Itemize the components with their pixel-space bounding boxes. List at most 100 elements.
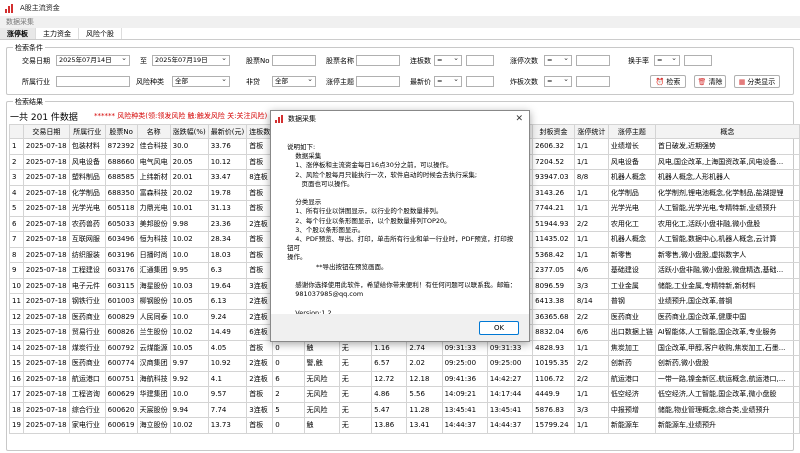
theme-input[interactable]: [356, 76, 400, 87]
table-cell: 低空经济,人工智能,国企改革,微小盘股: [654, 386, 800, 403]
industry-input[interactable]: [56, 76, 130, 87]
table-cell: 2/2: [573, 308, 609, 325]
table-cell: 28.34: [207, 231, 248, 248]
table-cell: 创新药,微小盘股: [654, 355, 800, 372]
table-cell: 业绩增长: [607, 138, 656, 155]
table-cell: 20.01: [169, 169, 209, 186]
bomb-op-select[interactable]: =: [544, 76, 572, 87]
stock-name-input[interactable]: [356, 55, 400, 66]
bomb-input[interactable]: [576, 76, 610, 87]
table-row[interactable]: 17 2025-07-18 工程咨询 600629 华建集团 10.0 9.57 首板 2 无风险…: [9, 386, 800, 403]
table-cell: 2025-07-18: [22, 417, 70, 434]
table-cell: 5.56: [406, 386, 443, 403]
column-header[interactable]: 交易日期: [22, 124, 70, 139]
date-from-picker[interactable]: 2025年07月14日: [56, 55, 130, 66]
table-cell: 活跃小盘非融,微小盘股,微盘精选,基础...: [654, 262, 800, 279]
column-header[interactable]: 涨停统计: [573, 124, 609, 139]
table-cell: 2.74: [406, 339, 443, 356]
st-select[interactable]: 全部: [272, 76, 316, 87]
column-header[interactable]: 最新价(元): [207, 124, 248, 139]
table-cell: AI智能体,人工智能,国企改革,专业服务: [654, 324, 800, 341]
column-header[interactable]: 连板数: [246, 124, 274, 139]
table-cell: 2/2: [573, 370, 609, 387]
column-header[interactable]: 涨跌幅(%): [169, 124, 209, 139]
table-cell: 12.18: [406, 370, 443, 387]
table-cell: 9.98: [169, 215, 209, 232]
table-cell: 0: [272, 355, 305, 372]
tab-risk-stocks[interactable]: 风险个股: [79, 28, 122, 39]
clear-button[interactable]: 🗑 清除: [694, 75, 726, 88]
table-cell: 电子元件: [68, 277, 106, 294]
industry-label: 所属行业: [22, 78, 50, 86]
table-cell: 93947.03: [532, 169, 575, 186]
table-cell: 农药兽药: [68, 215, 106, 232]
table-cell: 恒为科技: [136, 231, 171, 248]
column-header[interactable]: [9, 124, 24, 139]
limit-op-select[interactable]: =: [544, 55, 572, 66]
table-cell: 33.47: [207, 169, 248, 186]
table-cell: 塑料制品: [68, 169, 106, 186]
table-cell: 10.01: [169, 200, 209, 217]
table-cell: 云煤能源: [136, 339, 171, 356]
price-input[interactable]: [466, 76, 494, 87]
table-row[interactable]: 15 2025-07-18 医药商业 600774 汉商集团 9.97 10.92 2连板 0 警…: [9, 355, 800, 372]
table-cell: 09:25:00: [441, 355, 488, 372]
date-to-picker[interactable]: 2025年07月19日: [152, 55, 230, 66]
row-index: 3: [9, 169, 24, 186]
table-cell: 10.05: [169, 293, 209, 310]
turnover-op-select[interactable]: =: [654, 55, 680, 66]
st-label: 非贷: [246, 78, 260, 86]
table-cell: 纺织服装: [68, 246, 106, 263]
table-cell: 佳合科技: [136, 138, 171, 155]
table-cell: 日播时尚: [136, 246, 171, 263]
table-cell: 600629: [104, 386, 138, 403]
table-cell: 首板: [246, 246, 274, 263]
turnover-input[interactable]: [684, 55, 712, 66]
table-cell: 首板: [246, 200, 274, 217]
row-index: 6: [9, 215, 24, 232]
bomb-label: 炸板次数: [510, 78, 538, 86]
limit-times-input[interactable]: [576, 55, 610, 66]
price-op-select[interactable]: =: [434, 76, 462, 87]
table-cell: 工程建设: [68, 262, 106, 279]
table-row[interactable]: 16 2025-07-18 航运港口 600751 海航科技 9.92 4.1 2连板 6 无风险…: [9, 370, 800, 387]
stock-name-label: 股票名称: [326, 57, 354, 65]
table-row[interactable]: 18 2025-07-18 综合行业 600620 天宸股份 9.94 7.74 3连板 5 无风…: [9, 401, 800, 418]
tab-main-funds[interactable]: 主力资金: [36, 28, 79, 39]
table-cell: 6.13: [207, 293, 248, 310]
board-count-input[interactable]: [466, 55, 494, 66]
board-op-select[interactable]: =: [434, 55, 462, 66]
table-cell: 19.78: [207, 184, 248, 201]
price-label: 最新价: [410, 78, 431, 86]
column-header[interactable]: 涨停主题: [607, 124, 656, 139]
table-cell: 0: [272, 339, 305, 356]
table-cell: 2025-07-18: [22, 355, 70, 372]
table-cell: 海立股份: [136, 417, 171, 434]
column-header[interactable]: 概念: [654, 124, 800, 139]
table-cell: 首板: [246, 386, 274, 403]
tab-limit-up[interactable]: 涨停板: [0, 28, 36, 39]
table-cell: 600829: [104, 308, 138, 325]
column-header[interactable]: 所属行业: [68, 124, 106, 139]
table-cell: 医药商业: [68, 355, 106, 372]
main-window: A股主流资金 数据采集 涨停板 主力资金 风险个股 检索条件 交易日期 2025…: [0, 0, 800, 453]
risk-type-select[interactable]: 全部: [172, 76, 230, 87]
table-cell: 贸易行业: [68, 324, 106, 341]
table-cell: 36365.68: [532, 308, 575, 325]
category-display-button[interactable]: ▦ 分类显示: [734, 75, 780, 88]
search-button[interactable]: ⏰ 检索: [650, 75, 686, 88]
column-header[interactable]: 名称: [136, 124, 171, 139]
table-row[interactable]: 19 2025-07-18 家电行业 600619 海立股份 10.02 13.73 首板 0 触…: [9, 417, 800, 434]
table-row[interactable]: 14 2025-07-18 煤炭行业 600792 云煤能源 10.05 4.05 首板 0 触无…: [9, 339, 800, 356]
stock-no-input[interactable]: [272, 55, 316, 66]
column-header[interactable]: 股票No: [104, 124, 138, 139]
column-header[interactable]: 封板资金: [532, 124, 575, 139]
ok-button[interactable]: OK: [479, 321, 519, 335]
close-icon[interactable]: ✕: [515, 114, 523, 124]
table-cell: 人民同泰: [136, 308, 171, 325]
table-cell: 10.02: [169, 231, 209, 248]
table-cell: 4/6: [573, 262, 609, 279]
table-cell: 无风险: [303, 370, 340, 387]
menu-data-collect[interactable]: 数据采集: [0, 16, 800, 28]
table-cell: 煤炭行业: [68, 339, 106, 356]
